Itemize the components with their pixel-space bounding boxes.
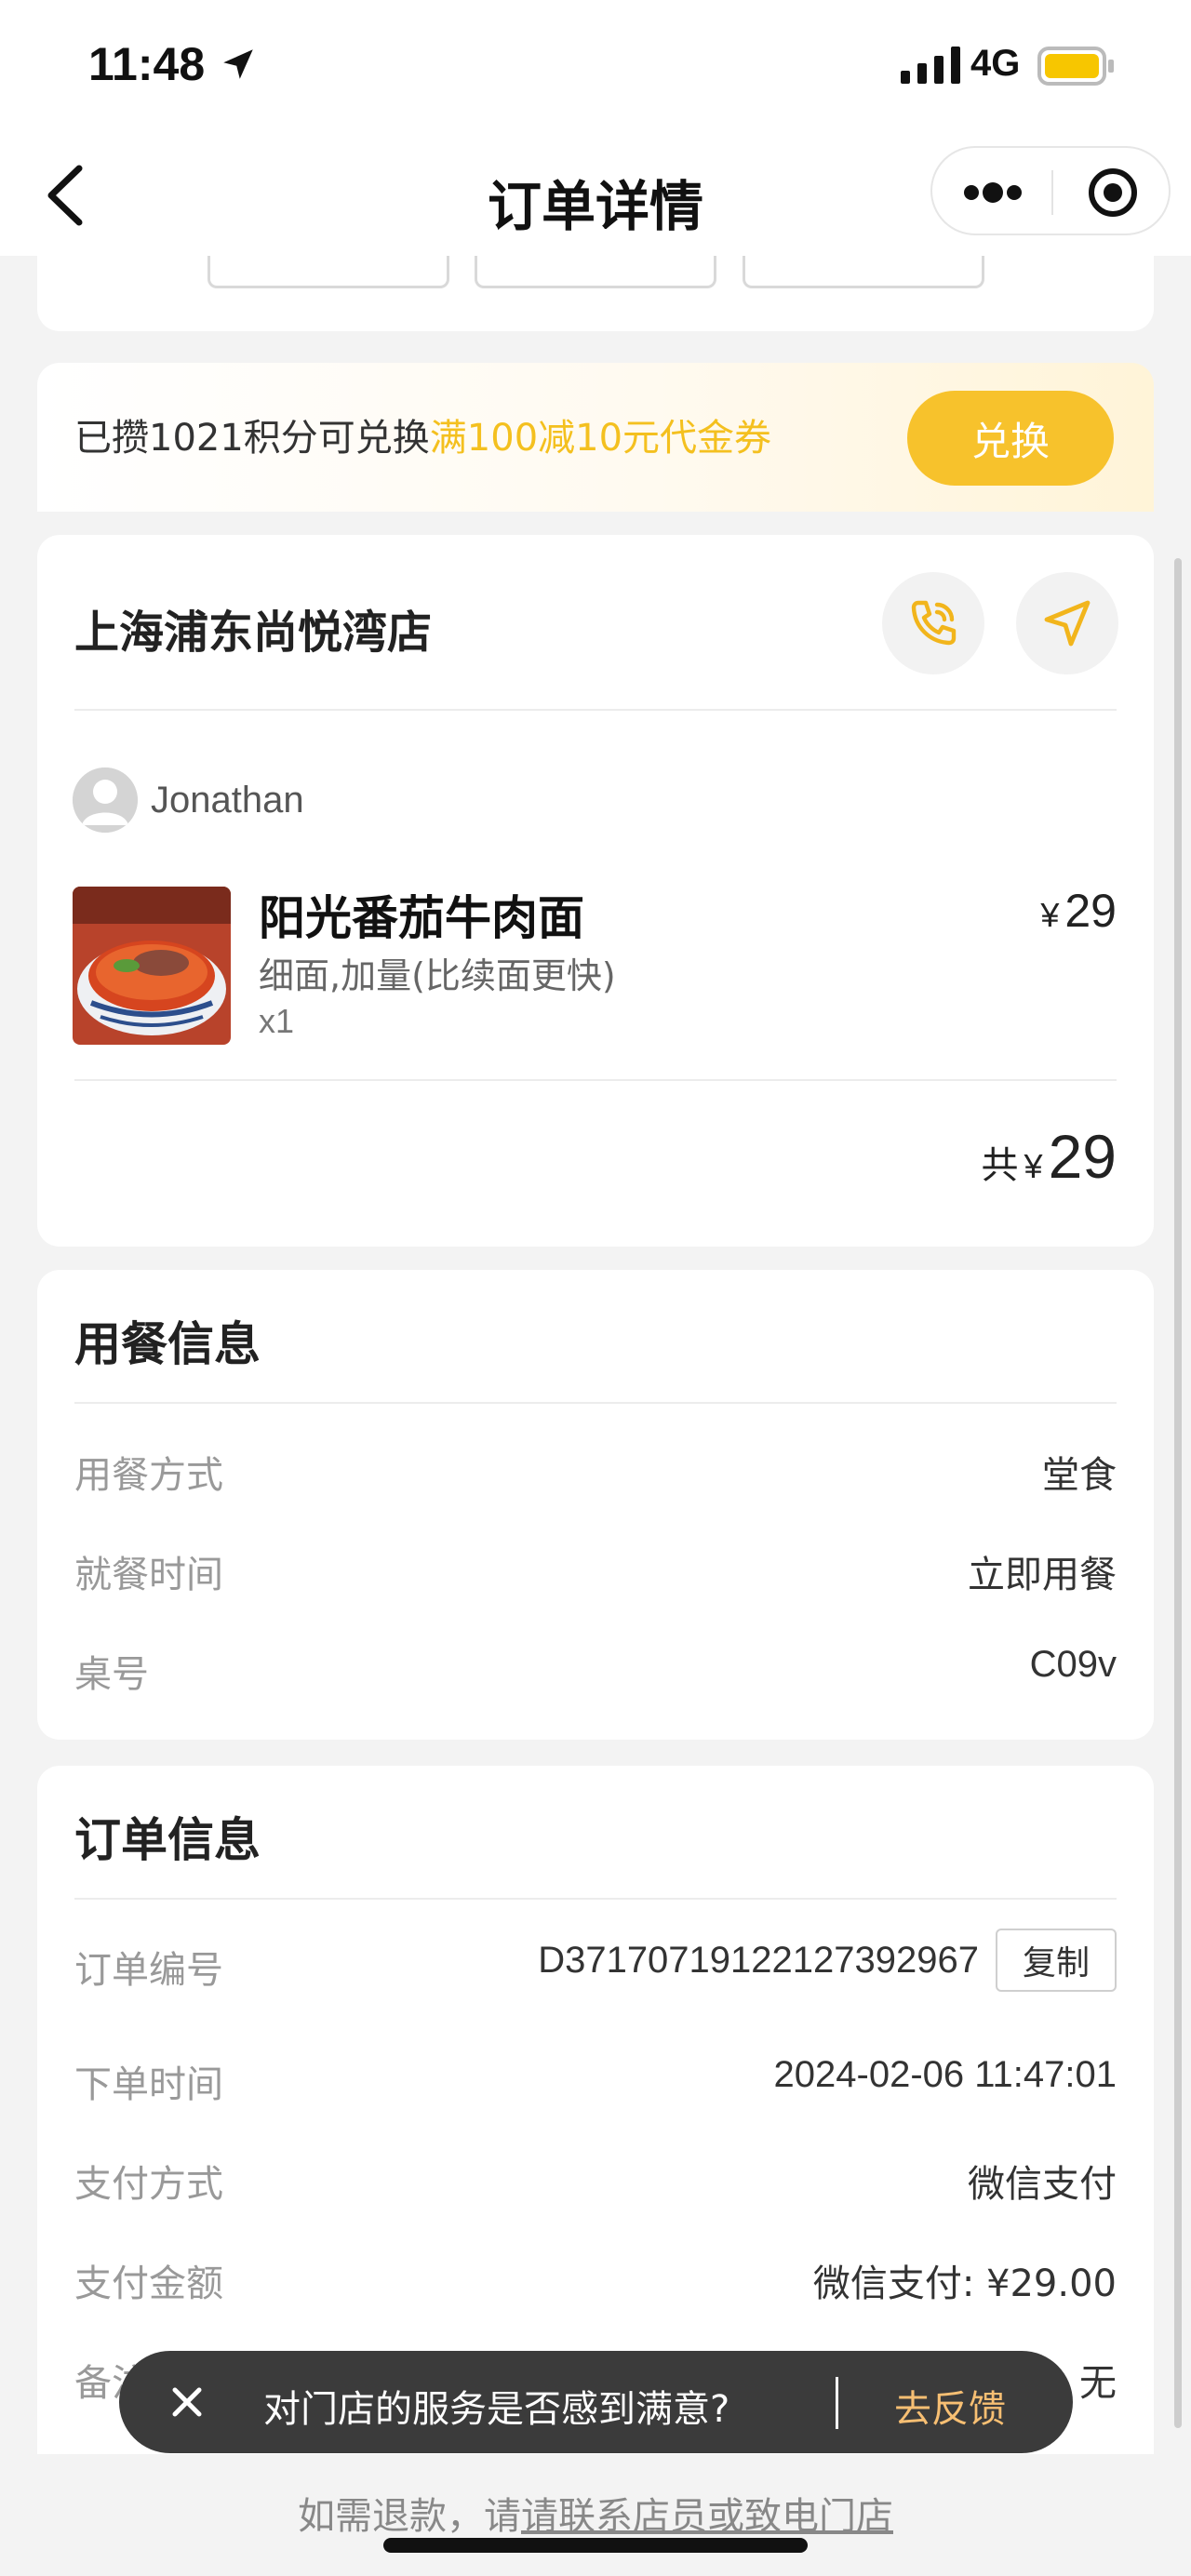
feedback-toast: 对门店的服务是否感到满意? 去反馈 <box>119 2351 1073 2453</box>
divider <box>74 1898 1117 1900</box>
total-currency: ¥ <box>1024 1147 1043 1185</box>
phone-icon <box>911 600 957 646</box>
info-row-dining-mode: 用餐方式 堂食 <box>74 1445 1117 1501</box>
info-value: C09v <box>1029 1644 1117 1685</box>
refund-note: 如需退款，请请联系店员或致电门店 <box>0 2486 1191 2540</box>
info-row-order-number: 订单编号 D3717071912212739296​7 复制 <box>74 1929 1117 1995</box>
dish-price: ¥29 <box>1040 884 1117 938</box>
info-value: 无 <box>1079 2362 1117 2405</box>
section-title: 用餐信息 <box>74 1317 261 1371</box>
divider <box>74 1079 1117 1081</box>
feedback-link[interactable]: 去反馈 <box>894 2379 1006 2433</box>
info-row-table-number: 桌号 C09v <box>74 1644 1117 1700</box>
divider <box>74 709 1117 711</box>
network-type: 4G <box>970 43 1021 84</box>
info-value: 微信支付: ¥29.00 <box>812 2262 1117 2305</box>
copy-button[interactable]: 复制 <box>996 1929 1117 1992</box>
info-row-dining-time: 就餐时间 立即用餐 <box>74 1544 1117 1600</box>
info-row-payment-amount: 支付金额 微信支付: ¥29.00 <box>74 2253 1117 2309</box>
close-icon[interactable] <box>166 2381 208 2423</box>
status-bar: 11:48 4G <box>0 0 1191 135</box>
refund-contact-link[interactable]: 请联系店员或致电门店 <box>521 2495 893 2538</box>
dish-name: 阳光番茄牛肉面 <box>259 891 584 945</box>
info-label: 用餐方式 <box>74 1454 223 1497</box>
navigation-icon <box>1044 600 1091 647</box>
info-label: 支付金额 <box>74 2262 223 2305</box>
total-amount: 29 <box>1048 1122 1117 1191</box>
user-name: Jonathan <box>151 780 304 821</box>
total-label: 共 <box>981 1145 1019 1186</box>
dish-image <box>73 887 231 1045</box>
points-text: 已攒1021积分可兑换满100减10元代金券 <box>74 407 771 461</box>
points-banner: 已攒1021积分可兑换满100减10元代金券 兑换 <box>37 363 1154 512</box>
capsule-divider <box>1051 170 1053 215</box>
dining-info-card: 用餐信息 用餐方式 堂食 就餐时间 立即用餐 桌号 C09v <box>37 1270 1154 1740</box>
user-avatar-icon <box>73 767 138 833</box>
info-value: 2024-02-06 11:47:01 <box>773 2054 1117 2095</box>
signal-icon <box>901 47 960 84</box>
info-value: 立即用餐 <box>968 1554 1117 1596</box>
scrollbar[interactable] <box>1174 558 1182 2428</box>
home-indicator <box>383 2538 808 2553</box>
order-number-value: D3717071912212739296​7 <box>538 1940 979 1981</box>
nav-bar: 订单详情 <box>0 135 1191 256</box>
toast-divider <box>836 2377 838 2429</box>
status-time: 11:48 <box>88 38 206 90</box>
dish-price-currency: ¥ <box>1040 896 1060 934</box>
points-text-prefix: 已攒1021积分可兑换 <box>74 417 430 460</box>
redeem-button[interactable]: 兑换 <box>907 391 1114 486</box>
mini-program-capsule <box>930 146 1171 235</box>
refund-note-prefix: 如需退款，请 <box>298 2495 521 2538</box>
more-icon[interactable] <box>962 174 1024 211</box>
info-label: 下单时间 <box>74 2063 223 2106</box>
order-total: 共 ¥29 <box>982 1121 1117 1192</box>
store-name: 上海浦东尚悦湾店 <box>74 607 433 659</box>
points-text-highlight: 满100减10元代金券 <box>429 417 772 460</box>
call-store-button[interactable] <box>882 572 984 674</box>
info-label: 就餐时间 <box>74 1554 223 1596</box>
section-title: 订单信息 <box>74 1813 261 1867</box>
avatar <box>73 767 138 833</box>
info-row-order-time: 下单时间 2024-02-06 11:47:01 <box>74 2054 1117 2110</box>
location-arrow-icon <box>223 49 253 79</box>
info-label: 订单编号 <box>74 1949 223 1992</box>
battery-icon <box>1037 47 1114 86</box>
info-value: 堂食 <box>1042 1454 1117 1497</box>
info-row-payment-method: 支付方式 微信支付 <box>74 2154 1117 2209</box>
divider <box>74 1402 1117 1404</box>
feedback-question: 对门店的服务是否感到满意? <box>263 2388 730 2431</box>
info-label: 桌号 <box>74 1653 149 1696</box>
dish-options: 细面,加量(比续面更快) <box>259 955 616 996</box>
info-label: 支付方式 <box>74 2163 223 2206</box>
store-card: 上海浦东尚悦湾店 Jonathan 阳光番茄牛肉面 细面,加量(比续面更快) x… <box>37 535 1154 1247</box>
close-icon[interactable] <box>1087 167 1139 219</box>
navigate-store-button[interactable] <box>1016 572 1118 674</box>
dish-price-value: 29 <box>1064 885 1117 937</box>
info-value: 微信支付 <box>968 2163 1117 2206</box>
dish-quantity: x1 <box>259 1002 295 1040</box>
